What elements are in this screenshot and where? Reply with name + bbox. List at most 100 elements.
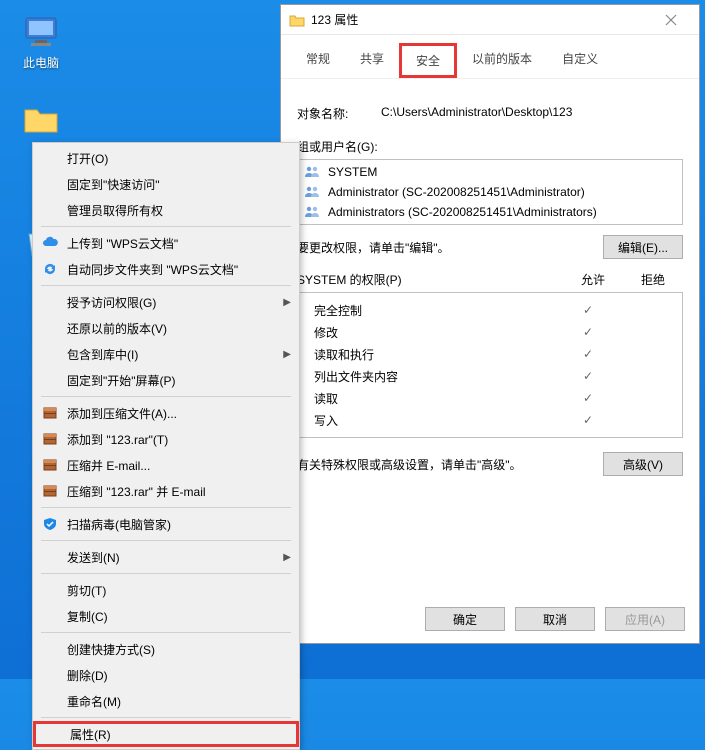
close-button[interactable] (651, 6, 691, 34)
desktop-icon-folder[interactable] (14, 100, 68, 142)
separator (41, 226, 291, 227)
context-menu-item[interactable]: 发送到(N)▶ (33, 544, 299, 570)
chevron-right-icon: ▶ (283, 552, 291, 563)
edit-button[interactable]: 编辑(E)... (603, 235, 683, 259)
context-menu-item[interactable]: 复制(C) (33, 603, 299, 629)
rar-icon (39, 482, 61, 500)
rar-icon (39, 456, 61, 474)
blank-icon (39, 640, 61, 658)
context-menu-item-label: 发送到(N) (67, 549, 283, 566)
context-menu-item[interactable]: 添加到 "123.rar"(T) (33, 426, 299, 452)
context-menu-item[interactable]: 还原以前的版本(V) (33, 315, 299, 341)
context-menu-item[interactable]: 固定到"快速访问" (33, 171, 299, 197)
dialog-content: 对象名称: C:\Users\Administrator\Desktop\123… (281, 79, 699, 500)
context-menu-item-label: 上传到 "WPS云文档" (67, 235, 291, 252)
properties-dialog: 123 属性 常规共享安全以前的版本自定义 对象名称: C:\Users\Adm… (280, 4, 700, 644)
user-icon (304, 164, 322, 180)
rar-icon (39, 430, 61, 448)
context-menu-item[interactable]: 上传到 "WPS云文档" (33, 230, 299, 256)
context-menu-item-label: 添加到压缩文件(A)... (67, 405, 291, 422)
rar-icon (39, 404, 61, 422)
blank-icon (39, 345, 61, 363)
context-menu-item[interactable]: 扫描病毒(电脑管家) (33, 511, 299, 537)
context-menu-item[interactable]: 授予访问权限(G)▶ (33, 289, 299, 315)
permission-row: 读取和执行✓ (302, 343, 678, 365)
permission-name: 写入 (302, 412, 558, 429)
desktop-icon-label: 此电脑 (14, 54, 68, 71)
tab-常规[interactable]: 常规 (291, 43, 345, 78)
context-menu-item[interactable]: 添加到压缩文件(A)... (33, 400, 299, 426)
blank-icon (39, 692, 61, 710)
context-menu-item-label: 添加到 "123.rar"(T) (67, 431, 291, 448)
context-menu-item-label: 压缩到 "123.rar" 并 E-mail (67, 483, 291, 500)
blank-icon (42, 725, 64, 743)
permission-row: 修改✓ (302, 321, 678, 343)
advanced-button[interactable]: 高级(V) (603, 452, 683, 476)
tab-以前的版本[interactable]: 以前的版本 (457, 43, 547, 78)
allow-check: ✓ (558, 303, 618, 317)
titlebar[interactable]: 123 属性 (281, 5, 699, 35)
allow-header: 允许 (563, 271, 623, 288)
cancel-button[interactable]: 取消 (515, 607, 595, 631)
context-menu: 打开(O) 固定到"快速访问" 管理员取得所有权上传到 "WPS云文档" 自动同步文件… (32, 142, 300, 750)
tab-共享[interactable]: 共享 (345, 43, 399, 78)
context-menu-item-label: 创建快捷方式(S) (67, 641, 291, 658)
context-menu-item[interactable]: 固定到"开始"屏幕(P) (33, 367, 299, 393)
permission-name: 完全控制 (302, 302, 558, 319)
allow-check: ✓ (558, 413, 618, 427)
tab-安全[interactable]: 安全 (399, 43, 457, 78)
shield-icon (39, 515, 61, 533)
blank-icon (39, 293, 61, 311)
user-row[interactable]: SYSTEM (300, 162, 680, 182)
context-menu-item[interactable]: 删除(D) (33, 662, 299, 688)
user-name: Administrator (SC-202008251451\Administr… (328, 185, 585, 199)
user-icon (304, 184, 322, 200)
context-menu-item[interactable]: 管理员取得所有权 (33, 197, 299, 223)
blank-icon (39, 666, 61, 684)
context-menu-item-label: 属性(R) (70, 726, 288, 743)
user-row[interactable]: Administrator (SC-202008251451\Administr… (300, 182, 680, 202)
dialog-title: 123 属性 (311, 11, 651, 28)
context-menu-item[interactable]: 自动同步文件夹到 "WPS云文档" (33, 256, 299, 282)
context-menu-item[interactable]: 剪切(T) (33, 577, 299, 603)
context-menu-item[interactable]: 包含到库中(I)▶ (33, 341, 299, 367)
context-menu-item-label: 管理员取得所有权 (67, 202, 291, 219)
blank-icon (39, 371, 61, 389)
allow-check: ✓ (558, 325, 618, 339)
context-menu-item-label: 删除(D) (67, 667, 291, 684)
permission-row: 写入✓ (302, 409, 678, 431)
context-menu-item[interactable]: 创建快捷方式(S) (33, 636, 299, 662)
context-menu-item-label: 扫描病毒(电脑管家) (67, 516, 291, 533)
folder-icon (21, 100, 61, 140)
context-menu-item[interactable]: 重命名(M) (33, 688, 299, 714)
permissions-listbox[interactable]: 完全控制✓修改✓读取和执行✓列出文件夹内容✓读取✓写入✓ (297, 292, 683, 438)
permission-name: 修改 (302, 324, 558, 341)
permission-row: 完全控制✓ (302, 299, 678, 321)
context-menu-item[interactable]: 压缩并 E-mail... (33, 452, 299, 478)
tab-自定义[interactable]: 自定义 (547, 43, 613, 78)
context-menu-item[interactable]: 属性(R) (33, 721, 299, 747)
folder-icon (289, 12, 305, 28)
context-menu-item-label: 固定到"开始"屏幕(P) (67, 372, 291, 389)
user-name: Administrators (SC-202008251451\Administ… (328, 205, 597, 219)
separator (41, 540, 291, 541)
blank-icon (39, 548, 61, 566)
context-menu-item-label: 剪切(T) (67, 582, 291, 599)
user-row[interactable]: Administrators (SC-202008251451\Administ… (300, 202, 680, 222)
pc-icon (21, 12, 61, 52)
separator (41, 573, 291, 574)
advanced-note: 有关特殊权限或高级设置，请单击"高级"。 (297, 456, 603, 473)
ok-button[interactable]: 确定 (425, 607, 505, 631)
object-name-label: 对象名称: (297, 105, 381, 122)
apply-button[interactable]: 应用(A) (605, 607, 685, 631)
chevron-right-icon: ▶ (283, 297, 291, 308)
desktop-icon-this-pc[interactable]: 此电脑 (14, 12, 68, 71)
chevron-right-icon: ▶ (283, 349, 291, 360)
blank-icon (39, 175, 61, 193)
object-name-value: C:\Users\Administrator\Desktop\123 (381, 105, 683, 122)
context-menu-item[interactable]: 压缩到 "123.rar" 并 E-mail (33, 478, 299, 504)
context-menu-item-label: 压缩并 E-mail... (67, 457, 291, 474)
context-menu-item-label: 打开(O) (67, 150, 291, 167)
context-menu-item[interactable]: 打开(O) (33, 145, 299, 171)
users-listbox[interactable]: SYSTEM Administrator (SC-202008251451\Adm… (297, 159, 683, 225)
